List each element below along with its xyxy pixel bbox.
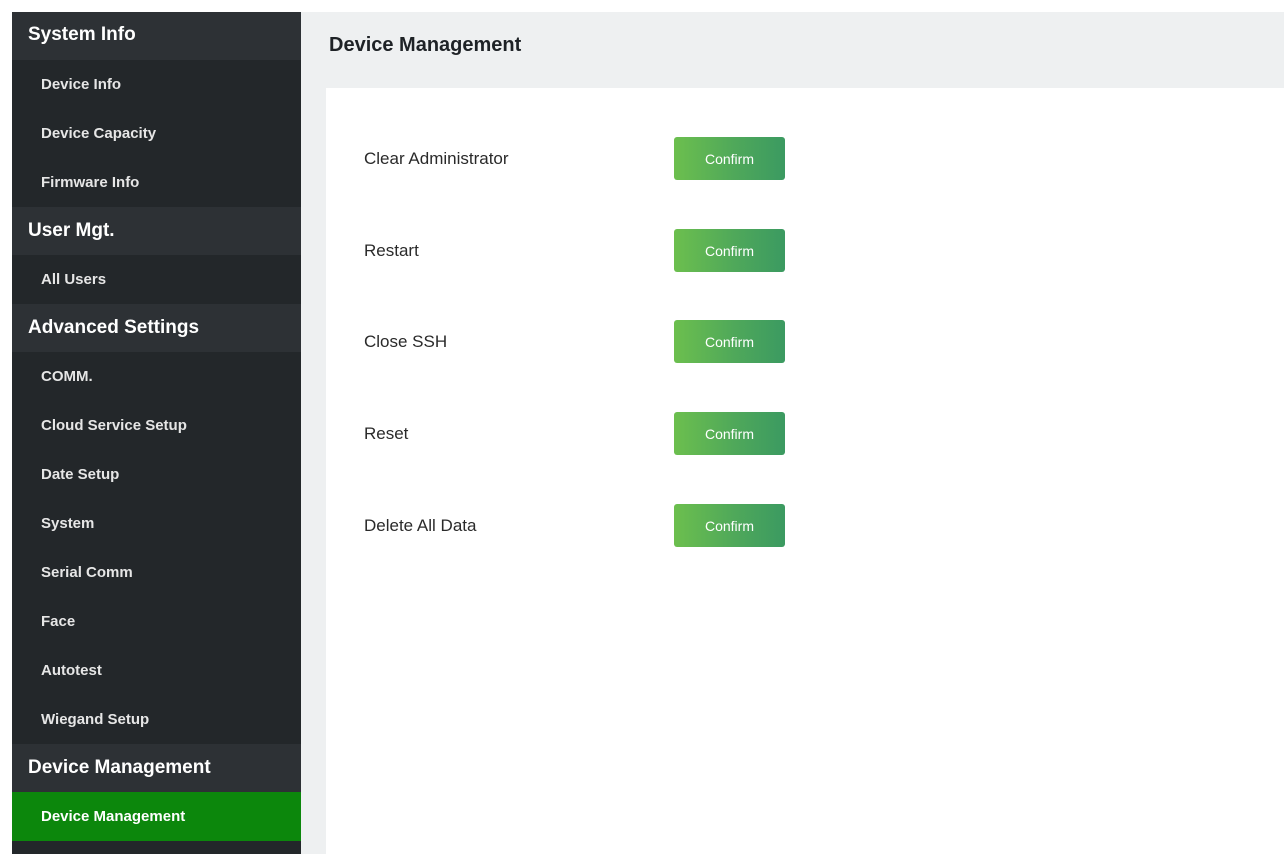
action-row-reset: Reset Confirm <box>364 412 824 456</box>
page-title: Device Management <box>329 34 522 56</box>
sidebar-group-user-mgt: User Mgt. <box>12 207 301 255</box>
action-label-clear-administrator: Clear Administrator <box>364 149 509 168</box>
top-strip <box>0 0 1284 12</box>
sidebar-item-date-setup[interactable]: Date Setup <box>12 450 301 499</box>
sidebar-item-system[interactable]: System <box>12 499 301 548</box>
sidebar-item-cloud-service-setup[interactable]: Cloud Service Setup <box>12 401 301 450</box>
sidebar-item-serial-comm[interactable]: Serial Comm <box>12 548 301 597</box>
action-label-reset: Reset <box>364 424 409 443</box>
action-row-restart: Restart Confirm <box>364 229 824 273</box>
sidebar-group-device-management: Device Management <box>12 744 301 792</box>
sidebar-item-firmware-info[interactable]: Firmware Info <box>12 158 301 207</box>
sidebar-nav: System Info Device Info Device Capacity … <box>12 12 301 854</box>
sidebar-item-device-info[interactable]: Device Info <box>12 60 301 109</box>
sidebar-item-comm[interactable]: COMM. <box>12 352 301 401</box>
action-row-close-ssh: Close SSH Confirm <box>364 320 824 364</box>
action-label-close-ssh: Close SSH <box>364 332 448 351</box>
confirm-delete-all-data-button[interactable]: Confirm <box>674 504 785 547</box>
confirm-restart-button[interactable]: Confirm <box>674 229 785 272</box>
action-label-restart: Restart <box>364 241 419 260</box>
action-row-clear-administrator: Clear Administrator Confirm <box>364 137 824 181</box>
action-row-delete-all-data: Delete All Data Confirm <box>364 504 824 548</box>
sidebar-item-device-management[interactable]: Device Management <box>12 792 301 841</box>
confirm-reset-button[interactable]: Confirm <box>674 412 785 455</box>
confirm-close-ssh-button[interactable]: Confirm <box>674 320 785 363</box>
main-content: Device Management Clear Administrator Co… <box>301 12 1284 854</box>
sidebar-item-autotest[interactable]: Autotest <box>12 646 301 695</box>
sidebar-item-device-capacity[interactable]: Device Capacity <box>12 109 301 158</box>
sidebar-group-advanced-settings: Advanced Settings <box>12 304 301 352</box>
action-label-delete-all-data: Delete All Data <box>364 516 477 535</box>
sidebar-item-all-users[interactable]: All Users <box>12 255 301 304</box>
device-management-panel: Clear Administrator Confirm Restart Conf… <box>326 88 1284 854</box>
sidebar-item-face[interactable]: Face <box>12 597 301 646</box>
sidebar-item-wiegand-setup[interactable]: Wiegand Setup <box>12 695 301 744</box>
confirm-clear-administrator-button[interactable]: Confirm <box>674 137 785 180</box>
sidebar-group-system-info: System Info <box>12 12 301 60</box>
